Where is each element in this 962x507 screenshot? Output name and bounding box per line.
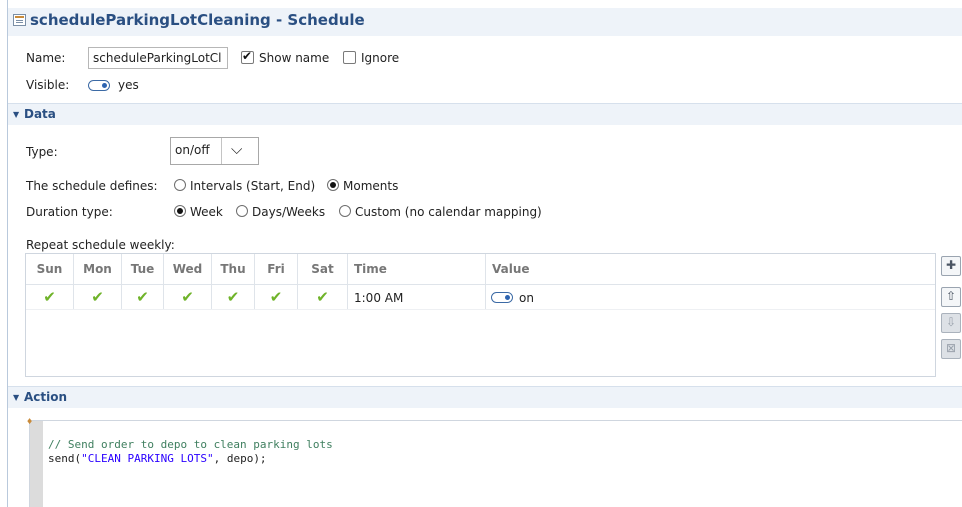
visible-value: yes (118, 78, 139, 92)
plus-icon: ✚ (945, 258, 957, 272)
code-call-end: , depo); (213, 452, 267, 465)
check-icon[interactable]: ✔ (26, 288, 73, 306)
column-header-fri[interactable]: Fri (255, 254, 297, 284)
table-row-divider (26, 309, 935, 310)
radio-custom-label: Custom (no calendar mapping) (355, 205, 542, 219)
radio-days-weeks[interactable] (236, 205, 248, 217)
column-header-time[interactable]: Time (348, 254, 484, 284)
check-icon[interactable]: ✔ (298, 288, 347, 306)
radio-moments[interactable] (327, 179, 339, 191)
value-toggle[interactable] (491, 292, 513, 303)
check-icon[interactable]: ✔ (212, 288, 254, 306)
left-border (7, 0, 8, 507)
collapse-caret-icon[interactable]: ▼ (13, 110, 19, 119)
ignore-label: Ignore (361, 51, 400, 65)
column-header-tue[interactable]: Tue (122, 254, 163, 284)
visible-label: Visible: (26, 78, 70, 92)
radio-intervals-label: Intervals (Start, End) (190, 179, 316, 193)
data-section-header[interactable] (8, 103, 962, 125)
delete-icon: ⊠ (945, 341, 957, 355)
defines-label: The schedule defines: (26, 179, 158, 193)
time-cell[interactable]: 1:00 AM (354, 291, 403, 305)
name-input[interactable]: scheduleParkingLotCl (88, 47, 228, 69)
editor-gutter (30, 421, 43, 507)
column-header-thu[interactable]: Thu (212, 254, 254, 284)
column-header-sun[interactable]: Sun (26, 254, 73, 284)
column-header-value[interactable]: Value (486, 254, 692, 284)
code-call: send( (48, 452, 82, 465)
code-line-send[interactable]: send("CLEAN PARKING LOTS", depo); (48, 452, 267, 465)
data-section-title: Data (24, 107, 56, 121)
page-title: scheduleParkingLotCleaning - Schedule (30, 11, 365, 29)
radio-days-weeks-label: Days/Weeks (252, 205, 326, 219)
code-string: "CLEAN PARKING LOTS" (81, 452, 214, 465)
arrow-up-icon: ⇧ (945, 289, 957, 303)
move-down-button[interactable]: ⇩ (941, 313, 961, 333)
radio-custom[interactable] (339, 205, 351, 217)
lightbulb-icon[interactable]: ♦ (26, 417, 33, 426)
radio-week-label: Week (190, 205, 223, 219)
show-name-label: Show name (259, 51, 330, 65)
column-header-wed[interactable]: Wed (164, 254, 211, 284)
radio-intervals[interactable] (174, 179, 186, 191)
collapse-caret-icon[interactable]: ▼ (13, 393, 19, 402)
add-row-button[interactable]: ✚ (941, 256, 961, 276)
action-section-title: Action (24, 390, 68, 404)
show-name-checkbox[interactable] (241, 49, 254, 64)
name-label: Name: (26, 51, 66, 65)
check-icon[interactable]: ✔ (164, 288, 211, 306)
duration-label: Duration type: (26, 205, 113, 219)
check-icon[interactable]: ✔ (122, 288, 163, 306)
radio-moments-label: Moments (343, 179, 399, 193)
type-label: Type: (26, 145, 58, 159)
schedule-icon (13, 14, 26, 26)
ignore-checkbox[interactable] (343, 51, 356, 64)
value-cell[interactable]: on (519, 291, 534, 305)
action-section-header[interactable] (8, 386, 962, 408)
delete-row-button[interactable]: ⊠ (941, 339, 961, 359)
check-icon[interactable]: ✔ (74, 288, 121, 306)
column-header-mon[interactable]: Mon (74, 254, 121, 284)
repeat-label: Repeat schedule weekly: (26, 238, 175, 252)
radio-week[interactable] (174, 205, 186, 217)
move-up-button[interactable]: ⇧ (941, 287, 961, 307)
type-select-divider (221, 138, 222, 164)
visible-toggle[interactable] (88, 80, 110, 91)
arrow-down-icon: ⇩ (945, 315, 957, 329)
code-line-comment[interactable]: // Send order to depo to clean parking l… (48, 438, 333, 451)
check-icon[interactable]: ✔ (255, 288, 297, 306)
column-header-sat[interactable]: Sat (298, 254, 347, 284)
chevron-down-icon[interactable]: ⌵ (231, 140, 242, 158)
type-select-value: on/off (175, 143, 210, 157)
